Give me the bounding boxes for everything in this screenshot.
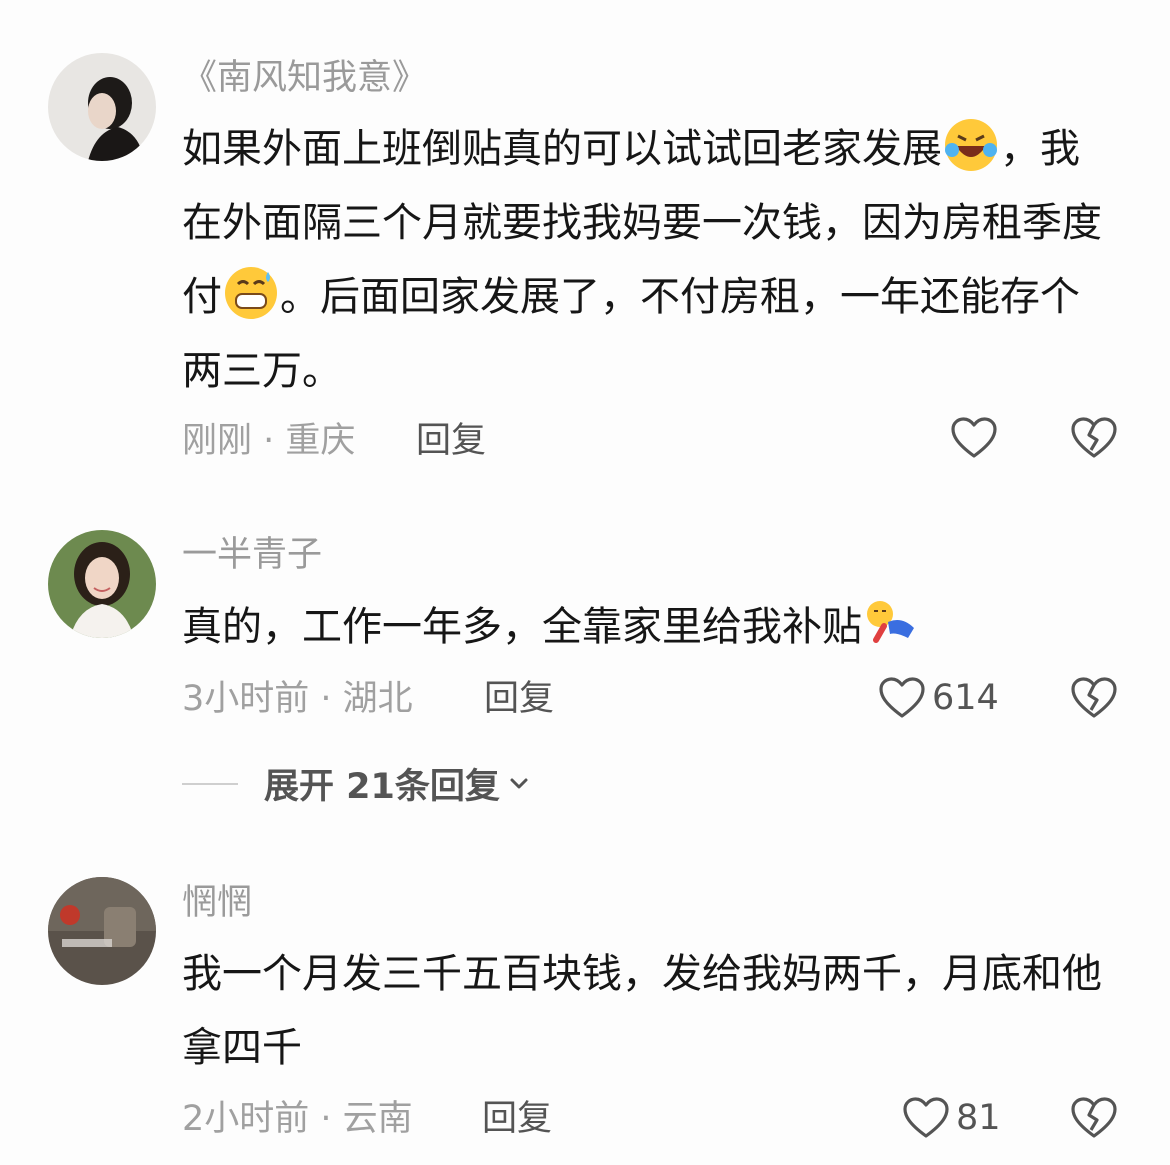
expand-replies-button[interactable]: 展开 21条回复 <box>182 758 532 809</box>
broken-heart-icon <box>1071 417 1117 458</box>
dislike-button[interactable] <box>1070 416 1118 464</box>
heart-outline-icon <box>879 677 925 718</box>
comment-text-part: 如果外面上班倒贴真的可以试试回老家发展 <box>182 126 942 172</box>
broken-heart-icon <box>1071 677 1117 718</box>
laughing-crying-emoji <box>945 119 997 171</box>
divider <box>182 782 238 785</box>
comment-text-part: 我一个月发三千五百块钱，发给我妈两千，月底和他拿四千 <box>182 951 1102 1071</box>
avatar[interactable] <box>48 53 156 161</box>
like-button[interactable]: 614 <box>878 676 999 720</box>
dislike-button[interactable] <box>1070 676 1118 724</box>
comment-text: 我一个月发三千五百块钱，发给我妈两千，月底和他拿四千 <box>182 937 1112 1085</box>
dislike-button[interactable] <box>1070 1096 1118 1144</box>
comment-text: 真的，工作一年多，全靠家里给我补贴 <box>182 590 1112 664</box>
comment-text: 如果外面上班倒贴真的可以试试回老家发展 ，我在外面隔三个月就要找我妈要一次钱，因为… <box>182 112 1112 408</box>
comment-meta: 2小时前 · 云南 <box>182 1099 413 1139</box>
heart-outline-icon <box>951 417 997 458</box>
like-button[interactable] <box>950 416 998 460</box>
comment-meta: 3小时前 · 湖北 <box>182 679 413 719</box>
lying-down-emoji <box>867 601 914 643</box>
like-button[interactable]: 81 <box>902 1096 1001 1140</box>
username[interactable]: 《南风知我意》 <box>182 58 427 98</box>
like-count: 81 <box>956 1098 1001 1138</box>
avatar[interactable] <box>48 530 156 638</box>
like-count: 614 <box>932 678 999 718</box>
comment-meta: 刚刚 · 重庆 <box>182 421 356 461</box>
reply-button[interactable]: 回复 <box>484 679 554 719</box>
avatar[interactable] <box>48 877 156 985</box>
comment-text-part: 真的，工作一年多，全靠家里给我补贴 <box>182 604 862 650</box>
username[interactable]: 一半青子 <box>182 535 322 575</box>
reply-button[interactable]: 回复 <box>416 421 486 461</box>
username[interactable]: 惘惘 <box>182 883 252 923</box>
heart-outline-icon <box>903 1097 949 1138</box>
grinning-sweat-emoji <box>225 267 277 319</box>
chevron-down-icon <box>510 778 528 788</box>
expand-replies-label: 展开 21条回复 <box>264 767 500 807</box>
broken-heart-icon <box>1071 1097 1117 1138</box>
comment-text-part: 。后面回家发展了，不付房租，一年还能存个两三万。 <box>182 274 1080 394</box>
reply-button[interactable]: 回复 <box>482 1099 552 1139</box>
